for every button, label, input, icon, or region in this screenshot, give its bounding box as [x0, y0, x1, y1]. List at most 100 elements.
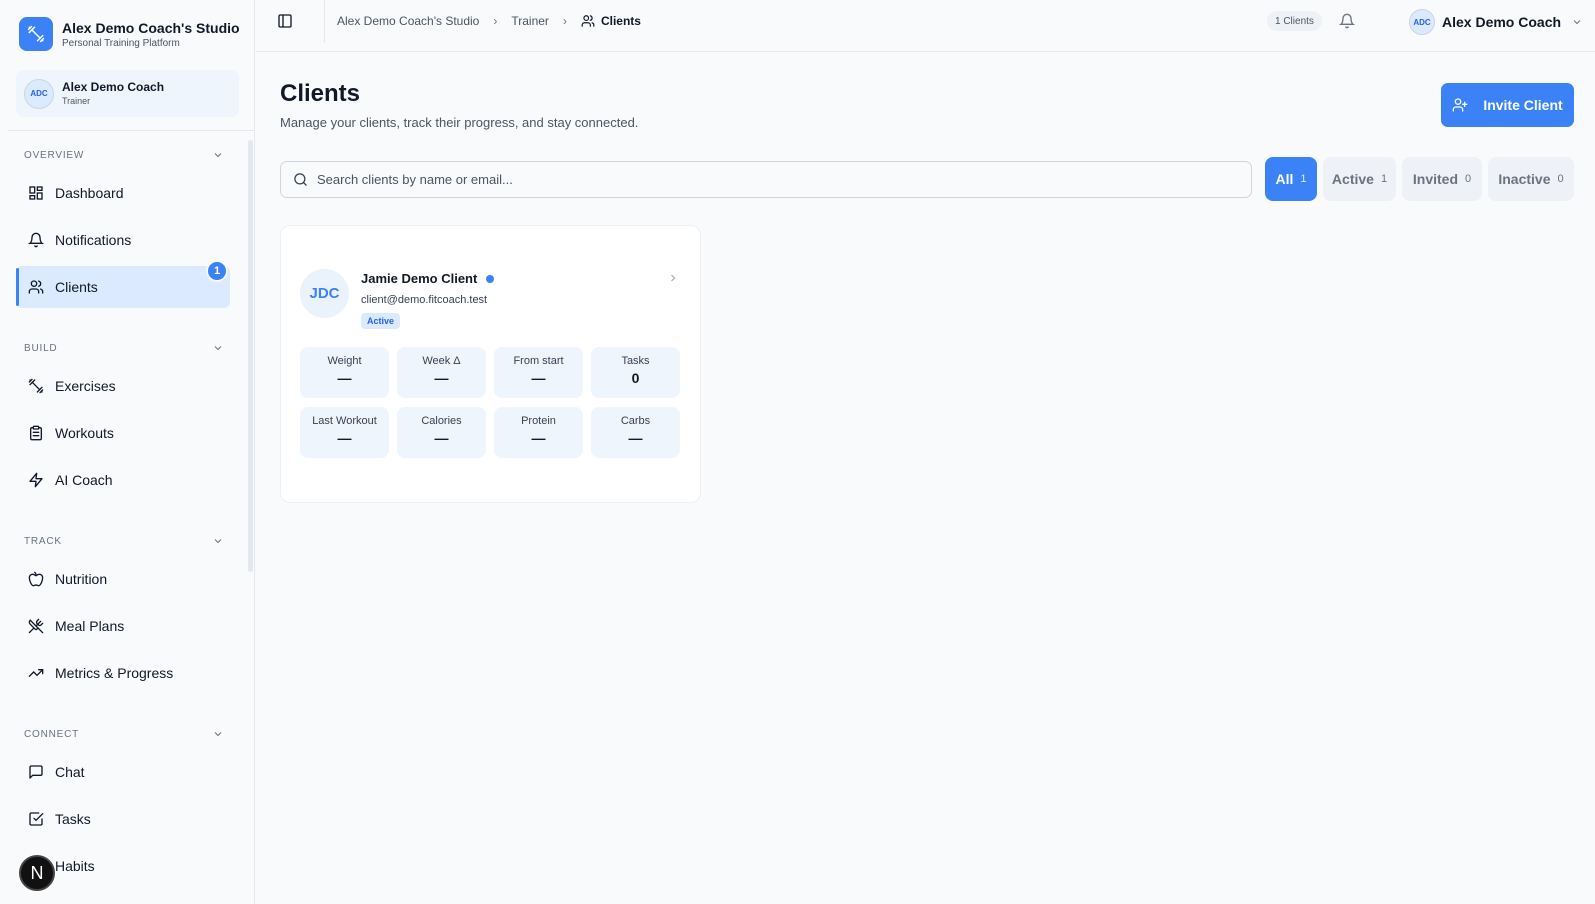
section-label: CONNECT	[24, 728, 80, 740]
user-role: Trainer	[62, 96, 91, 106]
checkbox-icon	[29, 812, 44, 826]
sidebar-item-workouts[interactable]: Workouts	[16, 412, 230, 454]
stat-label: Tasks	[621, 355, 650, 367]
sidebar-scrollbar[interactable]	[248, 140, 253, 572]
invite-client-button[interactable]: Invite Client	[1441, 83, 1574, 127]
chevron-down-icon	[214, 346, 222, 351]
search-input[interactable]	[317, 172, 1217, 187]
topbar: Alex Demo Coach's Studio › Trainer › Cli…	[256, 0, 1595, 52]
filter-count: 1	[1300, 173, 1307, 185]
sidebar-item-label: Exercises	[55, 378, 116, 394]
sidebar-item-meal-plans[interactable]: Meal Plans	[16, 605, 230, 647]
sidebar-toggle-icon[interactable]	[277, 13, 293, 29]
stat-protein: Protein —	[494, 407, 583, 458]
bolt-icon	[29, 472, 43, 488]
divider	[8, 130, 255, 131]
sidebar-item-metrics-progress[interactable]: Metrics & Progress	[16, 652, 230, 694]
search-icon	[294, 173, 307, 186]
search-box[interactable]	[280, 161, 1252, 198]
sidebar-item-label: Dashboard	[55, 185, 124, 201]
stat-from-start: From start —	[494, 347, 583, 398]
dumbbell-icon	[28, 378, 44, 394]
stat-value: 0	[631, 370, 640, 386]
brand[interactable]: Alex Demo Coach's Studio Personal Traini…	[19, 17, 240, 51]
section-label: OVERVIEW	[24, 149, 85, 161]
brand-title: Alex Demo Coach's Studio	[62, 19, 240, 36]
filter-label: Invited	[1412, 171, 1458, 187]
chevron-right-icon: ›	[562, 14, 567, 28]
sidebar-item-label: Workouts	[55, 425, 114, 441]
sidebar-item-label: Habits	[55, 858, 95, 874]
online-indicator	[486, 274, 495, 283]
stat-label: Carbs	[620, 415, 651, 427]
section-track[interactable]: TRACK	[24, 531, 224, 551]
page-title: Clients	[280, 80, 361, 107]
users-icon	[581, 15, 595, 27]
stat-tasks: Tasks 0	[591, 347, 680, 398]
filter-label: Inactive	[1498, 171, 1551, 187]
apple-icon	[28, 571, 44, 587]
bell-icon[interactable]	[1339, 13, 1355, 29]
notification-badge: 1	[206, 260, 228, 282]
bell-icon	[28, 232, 44, 248]
sidebar-item-label: Chat	[55, 764, 85, 780]
client-card[interactable]: JDC Jamie Demo Client client@demo.fitcoa…	[280, 225, 701, 503]
stat-carbs: Carbs —	[591, 407, 680, 458]
stat-label: Last Workout	[312, 415, 377, 427]
stat-value: —	[434, 430, 449, 446]
sidebar-item-chat[interactable]: Chat	[16, 751, 230, 793]
sidebar-item-exercises[interactable]: Exercises	[16, 365, 230, 407]
sidebar-item-tasks[interactable]: Tasks	[16, 798, 230, 840]
divider	[324, 0, 325, 43]
status-badge: Active	[361, 313, 401, 329]
message-icon	[29, 765, 43, 779]
client-count-badge: 1 Clients	[1267, 11, 1322, 31]
section-label: BUILD	[24, 342, 58, 354]
avatar: ADC	[24, 78, 54, 109]
user-name: Alex Demo Coach	[1442, 14, 1562, 30]
breadcrumb: Alex Demo Coach's Studio › Trainer › Cli…	[337, 14, 641, 28]
user-name: Alex Demo Coach	[62, 80, 165, 94]
user-plus-icon	[1452, 98, 1468, 112]
stat-calories: Calories —	[397, 407, 486, 458]
breadcrumb-trainer[interactable]: Trainer	[511, 14, 549, 28]
filter-all[interactable]: All 1	[1265, 157, 1317, 201]
sidebar-item-label: Meal Plans	[55, 618, 125, 634]
chevron-down-icon	[214, 153, 222, 158]
page-subtitle: Manage your clients, track their progres…	[280, 115, 639, 130]
section-connect[interactable]: CONNECT	[24, 724, 224, 744]
sidebar-item-dashboard[interactable]: Dashboard	[16, 172, 230, 214]
filter-inactive[interactable]: Inactive 0	[1488, 157, 1574, 201]
breadcrumb-studio[interactable]: Alex Demo Coach's Studio	[337, 14, 479, 28]
sidebar-item-nutrition[interactable]: Nutrition	[16, 558, 230, 600]
client-name-text: Jamie Demo Client	[361, 271, 478, 286]
current-user-card[interactable]: ADC Alex Demo Coach Trainer	[16, 70, 239, 117]
sidebar: Alex Demo Coach's Studio Personal Traini…	[0, 0, 255, 904]
user-menu[interactable]: ADC Alex Demo Coach	[1409, 9, 1583, 35]
stat-value: —	[337, 430, 352, 446]
sidebar-item-clients[interactable]: Clients 1	[16, 260, 230, 308]
section-overview[interactable]: OVERVIEW	[24, 145, 224, 165]
stat-label: From start	[513, 355, 564, 367]
next-devtools-button[interactable]: N	[19, 855, 55, 891]
chevron-right-icon: ›	[493, 14, 498, 28]
stat-value: —	[337, 370, 352, 386]
stat-label: Protein	[521, 415, 556, 427]
sidebar-item-label: Metrics & Progress	[55, 665, 174, 681]
stat-value: —	[434, 370, 449, 386]
stat-week-delta: Week Δ —	[397, 347, 486, 398]
stat-value: —	[531, 370, 546, 386]
filter-active[interactable]: Active 1	[1323, 157, 1396, 201]
dumbbell-logo-icon	[19, 17, 53, 51]
sidebar-item-ai-coach[interactable]: AI Coach	[16, 459, 230, 501]
dashboard-icon	[29, 186, 43, 200]
chevron-right-icon[interactable]	[667, 272, 679, 284]
client-avatar: JDC	[300, 269, 349, 318]
sidebar-item-notifications[interactable]: Notifications	[16, 219, 230, 261]
filter-invited[interactable]: Invited 0	[1402, 157, 1482, 201]
breadcrumb-current: Clients	[581, 14, 641, 28]
breadcrumb-label: Clients	[600, 14, 641, 28]
sidebar-item-label: Tasks	[55, 811, 91, 827]
section-build[interactable]: BUILD	[24, 338, 224, 358]
stat-label: Weight	[327, 355, 362, 367]
